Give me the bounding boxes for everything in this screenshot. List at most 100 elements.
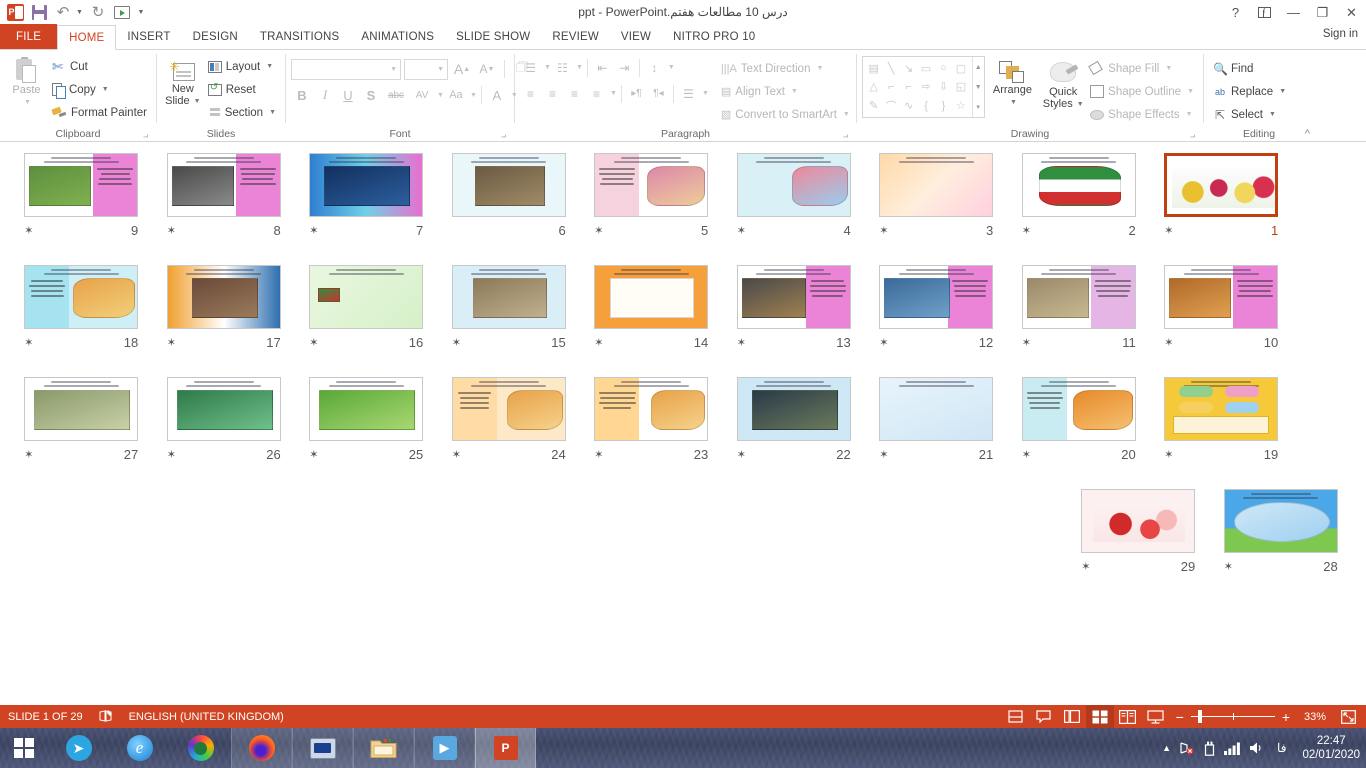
slide-thumbnail-image[interactable] [1164, 377, 1278, 441]
animation-star-icon[interactable]: ✶ [594, 224, 603, 237]
quick-styles-button[interactable]: Quick Styles ▼ [1040, 56, 1086, 110]
close-icon[interactable]: ✕ [1337, 0, 1366, 25]
slide-thumbnail-image[interactable] [594, 153, 708, 217]
paste-button[interactable]: Paste ▼ [5, 54, 48, 108]
bold-button[interactable]: B [291, 84, 313, 106]
shape-star-icon[interactable]: ☆ [952, 96, 969, 115]
animation-star-icon[interactable]: ✶ [879, 336, 888, 349]
taskbar-item-remote-desktop[interactable] [292, 728, 353, 768]
find-button[interactable]: 🔍 Find [1209, 57, 1290, 80]
slide-thumbnail[interactable]: ✶23 [580, 367, 723, 477]
spelling-check-icon[interactable] [91, 705, 121, 728]
slide-thumbnail-image[interactable] [167, 265, 281, 329]
align-center-button[interactable]: ≡ [542, 83, 563, 104]
animation-star-icon[interactable]: ✶ [452, 448, 461, 461]
slide-thumbnail[interactable]: ✶27 [10, 367, 153, 477]
animation-star-icon[interactable]: ✶ [1081, 560, 1090, 573]
animation-star-icon[interactable]: ✶ [309, 448, 318, 461]
shape-rectangle-icon[interactable]: ▭ [917, 59, 934, 78]
slide-thumbnail[interactable]: ✶21 [865, 367, 1008, 477]
shape-elbow-arrow-icon[interactable]: ⌐ [900, 78, 917, 97]
copy-button[interactable]: Copy ▼ [48, 78, 151, 101]
columns-button[interactable]: ☰ [678, 83, 699, 104]
slide-thumbnail[interactable]: ✶29 [1067, 479, 1210, 589]
slide-thumbnail-image[interactable] [167, 377, 281, 441]
usb-icon[interactable] [1203, 741, 1216, 756]
bullets-button[interactable]: ☰ [520, 57, 541, 78]
slide-thumbnail-image[interactable] [1022, 377, 1136, 441]
language-indicator[interactable]: فا [1273, 741, 1290, 755]
replace-button[interactable]: ab Replace ▼ [1209, 80, 1290, 103]
slide-thumbnail[interactable]: ✶14 [580, 255, 723, 365]
taskbar-item-file-explorer[interactable] [353, 728, 414, 768]
numbering-button[interactable]: ☷ [552, 57, 573, 78]
underline-button[interactable]: U [337, 84, 359, 106]
shape-left-brace-icon[interactable]: { [917, 96, 934, 115]
shape-textbox-icon[interactable]: ▤ [865, 59, 882, 78]
animation-star-icon[interactable]: ✶ [1224, 560, 1233, 573]
shape-right-brace-icon[interactable]: } [935, 96, 952, 115]
strikethrough-button[interactable]: abc [383, 84, 409, 106]
restore-icon[interactable]: ❐ [1308, 0, 1337, 25]
show-hidden-icons-button[interactable]: ▲ [1162, 743, 1171, 753]
slide-thumbnail[interactable]: ✶16 [295, 255, 438, 365]
animation-star-icon[interactable]: ✶ [1022, 448, 1031, 461]
animation-star-icon[interactable]: ✶ [1022, 224, 1031, 237]
tab-nitro-pro-10[interactable]: NITRO PRO 10 [662, 24, 766, 49]
slide-thumbnail-image[interactable] [737, 153, 851, 217]
taskbar-item-idm[interactable] [170, 728, 231, 768]
shapes-gallery[interactable]: ▤ ╲ ↘ ▭ ○ ▢ △ ⌐ ⌐ ⇨ ⇩ ◱ ✎ ⌒ ∿ [862, 56, 985, 118]
tab-transitions[interactable]: TRANSITIONS [249, 24, 351, 49]
shape-folded-corner-icon[interactable]: ◱ [952, 78, 969, 97]
ribbon-display-options-icon[interactable] [1250, 0, 1279, 25]
slide-thumbnail-image[interactable] [1022, 153, 1136, 217]
arrange-button[interactable]: Arrange ▼ [985, 56, 1041, 108]
shape-arc-icon[interactable]: ⌒ [882, 96, 899, 115]
sign-in-link[interactable]: Sign in [1323, 28, 1358, 40]
shape-curve-icon[interactable]: ∿ [900, 96, 917, 115]
slide-thumbnail-image[interactable] [1022, 265, 1136, 329]
slide-thumbnail-image[interactable] [1164, 153, 1278, 217]
layout-button[interactable]: Layout ▼ [204, 55, 280, 78]
slide-thumbnail-image[interactable] [309, 153, 423, 217]
animation-star-icon[interactable]: ✶ [167, 224, 176, 237]
slide-thumbnail-image[interactable] [452, 265, 566, 329]
line-spacing-button[interactable]: ↕ [644, 57, 665, 78]
slide-thumbnail-image[interactable] [1164, 265, 1278, 329]
animation-star-icon[interactable]: ✶ [24, 448, 33, 461]
animation-star-icon[interactable]: ✶ [737, 448, 746, 461]
slide-thumbnail[interactable]: ✶20 [1008, 367, 1151, 477]
shape-elbow-icon[interactable]: ⌐ [882, 78, 899, 97]
slide-thumbnail-image[interactable] [24, 153, 138, 217]
animation-star-icon[interactable]: ✶ [24, 336, 33, 349]
slide-thumbnail-image[interactable] [737, 265, 851, 329]
tab-slide-show[interactable]: SLIDE SHOW [445, 24, 541, 49]
slide-thumbnail[interactable]: ✶3 [865, 143, 1008, 253]
fit-to-window-button[interactable] [1334, 705, 1362, 728]
ltr-direction-button[interactable]: ▸¶ [626, 83, 647, 104]
tab-file[interactable]: FILE [0, 24, 57, 49]
slide-thumbnail[interactable]: ✶11 [1008, 255, 1151, 365]
slide-thumbnail-image[interactable] [1081, 489, 1195, 553]
zoom-out-button[interactable]: − [1176, 709, 1191, 725]
animation-star-icon[interactable]: ✶ [1164, 448, 1173, 461]
shapes-more-icon[interactable]: ▾ [973, 97, 984, 117]
slide-thumbnail[interactable]: ✶9 [10, 143, 153, 253]
reading-view-button[interactable] [1114, 705, 1142, 728]
increase-indent-button[interactable]: ⇥ [614, 57, 635, 78]
slide-thumbnail[interactable]: ✶28 [1210, 479, 1353, 589]
slide-thumbnail-image[interactable] [1224, 489, 1338, 553]
font-size-input[interactable]: ▼ [404, 59, 448, 80]
slide-thumbnail[interactable]: ✶25 [295, 367, 438, 477]
slide-thumbnail[interactable]: ✶8 [153, 143, 296, 253]
shape-line-icon[interactable]: ╲ [882, 59, 899, 78]
slide-thumbnail-image[interactable] [24, 377, 138, 441]
shape-oval-icon[interactable]: ○ [935, 59, 952, 78]
reset-button[interactable]: Reset [204, 78, 280, 101]
shapes-scrollbar[interactable]: ▲ ▼ ▾ [972, 57, 984, 117]
paragraph-dialog-launcher[interactable] [843, 132, 852, 141]
tab-insert[interactable]: INSERT [116, 24, 181, 49]
collapse-ribbon-icon[interactable]: ^ [1305, 128, 1310, 140]
slide-counter[interactable]: SLIDE 1 OF 29 [0, 705, 91, 728]
slide-thumbnail-image[interactable] [737, 377, 851, 441]
